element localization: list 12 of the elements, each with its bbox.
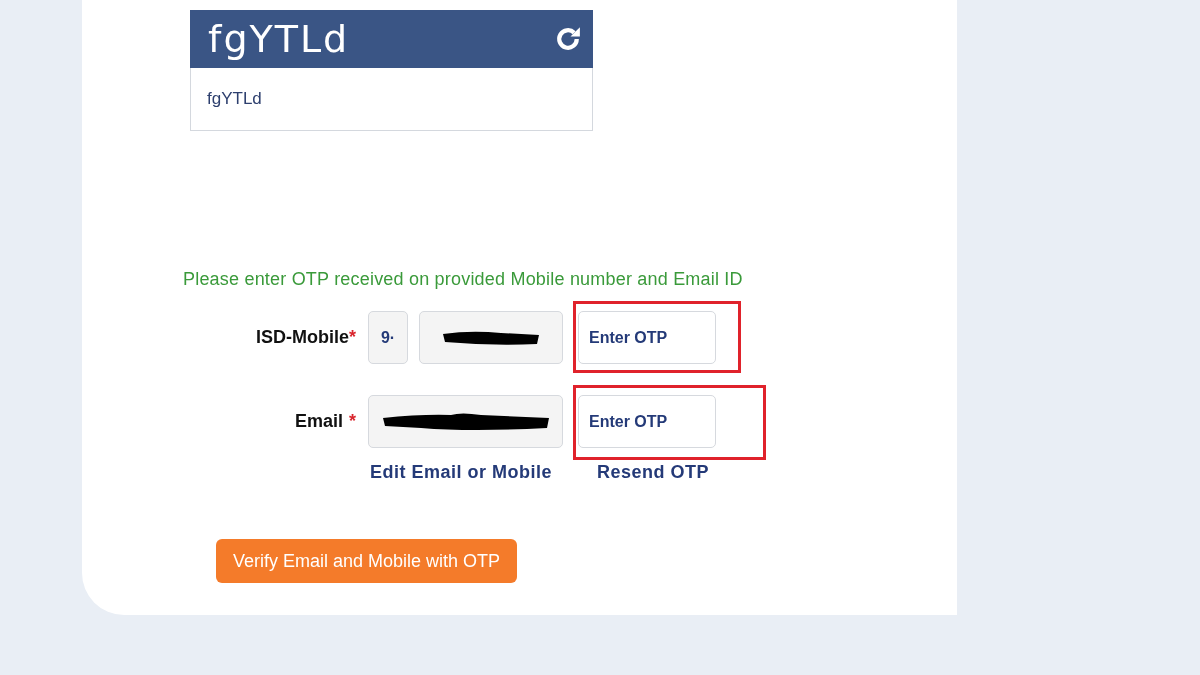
captcha-input-field[interactable]: fgYTLd — [190, 68, 593, 131]
edit-contact-link[interactable]: Edit Email or Mobile — [370, 462, 553, 483]
otp-input-field[interactable]: Enter OTP — [578, 395, 716, 448]
otp-instruction-text: Please enter OTP received on provided Mobile number and Email ID — [183, 269, 744, 290]
resend-otp-link[interactable]: Resend OTP — [597, 462, 710, 483]
email-field[interactable] — [368, 395, 563, 448]
field-label: Email * — [293, 411, 357, 432]
otp-input-field[interactable]: Enter OTP — [578, 311, 716, 364]
mobile-number-field[interactable] — [419, 311, 563, 364]
captcha-image-text: fgYTLd — [208, 17, 350, 61]
field-label: ISD-Mobile* — [255, 327, 357, 348]
isd-code-field[interactable]: 9· — [368, 311, 408, 364]
